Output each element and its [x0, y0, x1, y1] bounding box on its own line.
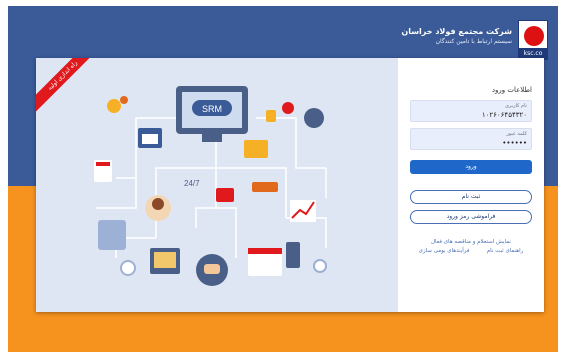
company-name: شرکت مجتمع فولاد خراسان: [401, 27, 512, 36]
password-label: کلمه عبور: [506, 131, 527, 137]
system-name: سیستم ارتباط با تامین کنندگان: [435, 38, 512, 45]
at-sign-icon: [282, 102, 294, 114]
register-guide-link[interactable]: راهنمای ثبت نام: [487, 247, 524, 256]
brand-text: شرکت مجتمع فولاد خراسان سیستم ارتباط با …: [401, 20, 512, 46]
lock-icon: [266, 110, 276, 122]
username-value[interactable]: ۱۰۲۶۰۶۴۵۴۳۲۰: [415, 110, 527, 121]
folder-icon: [244, 140, 268, 158]
gear-icon: [107, 99, 121, 113]
login-button[interactable]: ورود: [410, 160, 532, 174]
chat-icon: [216, 188, 234, 202]
gear-small-icon: [120, 96, 128, 104]
forgot-password-button[interactable]: فراموشی رمز ورود: [410, 210, 532, 224]
contact-tag: [252, 182, 278, 192]
team-icon: [98, 220, 126, 250]
rss-icon: [304, 108, 324, 128]
hours-label: 24/7: [184, 179, 200, 188]
username-field[interactable]: نام کاربری ۱۰۲۶۰۶۴۵۴۳۲۰: [410, 100, 532, 122]
login-card: SRM 24/7 راه اندازی اولیه اطلاعات ورود ن…: [36, 58, 544, 312]
login-form: اطلاعات ورود نام کاربری ۱۰۲۶۰۶۴۵۴۳۲۰ کلم…: [398, 58, 544, 312]
globe-icon: [313, 259, 327, 273]
mobile-icon: [286, 242, 300, 268]
process-video-link[interactable]: فرآیندهای بومی سازی: [419, 247, 470, 256]
login-page: ksc.co شرکت مجتمع فولاد خراسان سیستم ارت…: [0, 0, 566, 358]
srm-label: SRM: [202, 104, 222, 114]
network-illustration: SRM 24/7: [94, 86, 327, 286]
srm-monitor: SRM: [176, 86, 248, 142]
company-logo: ksc.co: [518, 20, 548, 60]
logo-mark: [524, 26, 544, 46]
password-value[interactable]: ••••••: [415, 138, 527, 149]
target-icon: [120, 260, 136, 276]
login-title: اطلاعات ورود: [491, 86, 532, 94]
srm-illustration: SRM 24/7 راه اندازی اولیه: [36, 58, 398, 312]
links-row: راهنمای ثبت نام فرآیندهای بومی سازی: [410, 247, 532, 256]
username-label: نام کاربری: [505, 103, 527, 109]
active-jobs-link[interactable]: نمایش استعلام و مناقصه های فعال: [410, 238, 532, 247]
help-links: نمایش استعلام و مناقصه های فعال راهنمای …: [410, 238, 532, 256]
password-field[interactable]: کلمه عبور ••••••: [410, 128, 532, 150]
brand: ksc.co شرکت مجتمع فولاد خراسان سیستم ارت…: [401, 20, 548, 60]
register-button[interactable]: ثبت نام: [410, 190, 532, 204]
